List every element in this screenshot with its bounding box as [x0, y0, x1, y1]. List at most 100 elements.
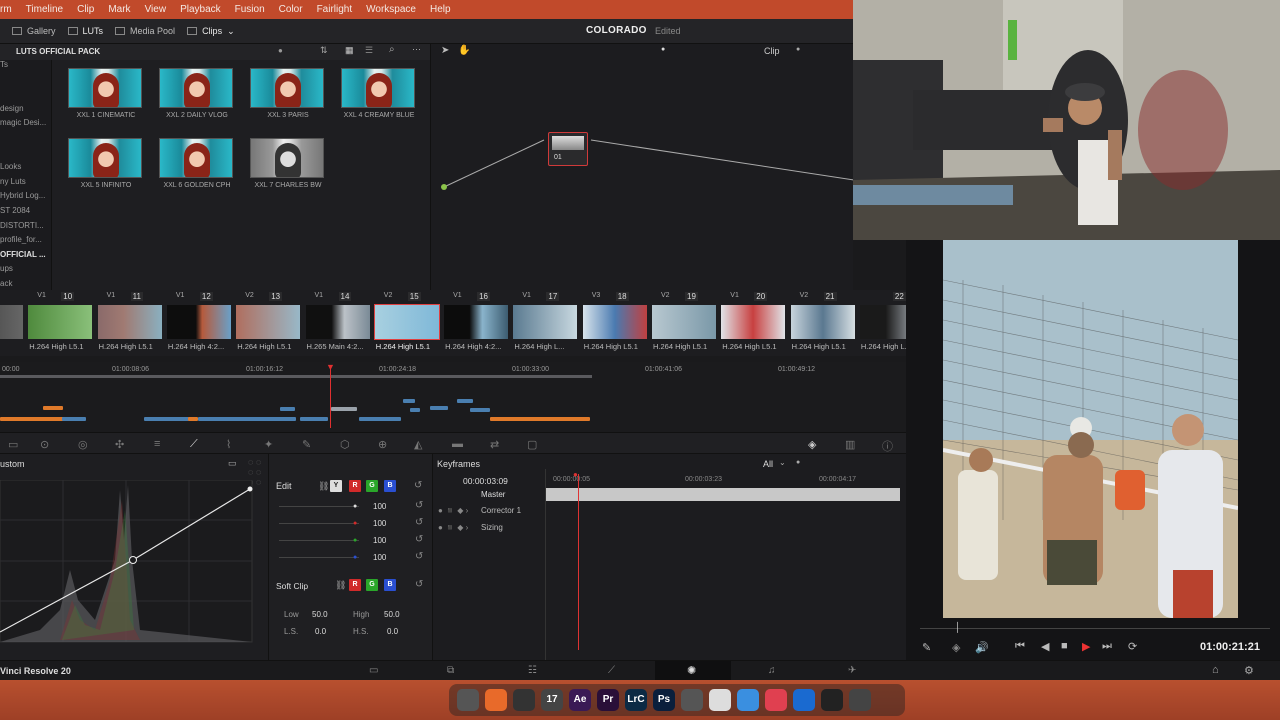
lut-folder-item[interactable]: Hybrid Log... — [0, 191, 51, 206]
scrubber-handle[interactable]: │ — [955, 622, 961, 632]
menu-item-mark[interactable]: Mark — [108, 4, 130, 15]
menu-item-workspace[interactable]: Workspace — [366, 4, 416, 15]
menu-item-playback[interactable]: Playback — [180, 4, 221, 15]
softclip-g-button[interactable]: G — [366, 579, 378, 591]
lut-folder-item[interactable]: Ts — [0, 60, 51, 75]
luts-button[interactable]: LUTs — [67, 26, 103, 36]
timeline-clip[interactable]: V1 20 H.264 High L5.1 — [720, 290, 789, 356]
track-clip-bar[interactable] — [188, 417, 198, 421]
lut-folder-item[interactable]: Looks — [0, 162, 51, 177]
fusion-page-icon[interactable]: ⟋ — [608, 665, 615, 676]
lut-folder-item[interactable]: DISTORTI... — [0, 221, 51, 236]
lut-thumbnail[interactable]: XXL 7 CHARLES BW — [250, 138, 326, 189]
keyframe-playhead[interactable] — [578, 474, 579, 650]
lightroom-dock-icon[interactable]: LrC — [625, 689, 647, 711]
info-icon[interactable]: ⓘ — [882, 438, 893, 454]
slider-track[interactable] — [279, 540, 359, 541]
fairlight-page-icon[interactable]: ♫ — [768, 665, 776, 676]
loop-icon[interactable]: ⟳ — [1128, 640, 1137, 653]
keyframe-filter-select[interactable]: All — [763, 459, 773, 469]
skip-forward-icon[interactable]: ⏭ — [1102, 640, 1112, 653]
more-icon[interactable]: ⋯ — [412, 44, 421, 55]
track-clip-bar[interactable] — [470, 408, 490, 412]
media-pool-button[interactable]: Media Pool — [115, 26, 175, 36]
mini-timeline[interactable]: 00:00 01:00:08:06 01:00:16:12 01:00:24:18 01… — [0, 362, 906, 432]
timeline-playhead-handle[interactable]: ▼ — [326, 362, 335, 372]
notes-dock-icon[interactable] — [513, 689, 535, 711]
options-dot-icon[interactable]: ● — [278, 46, 283, 55]
after-effects-dock-icon[interactable]: Ae — [569, 689, 591, 711]
y-intensity-value[interactable]: 100 — [373, 502, 386, 511]
home-icon[interactable]: ⌂ — [1212, 664, 1219, 676]
reset-icon[interactable]: ↺ — [415, 579, 423, 590]
lut-folder-item-selected[interactable]: OFFICIAL ... — [0, 250, 51, 265]
lut-folder-item[interactable]: ST 2084 — [0, 206, 51, 221]
reset-icon[interactable]: ↺ — [415, 500, 423, 511]
lut-folder-item[interactable] — [0, 89, 51, 104]
track-clip-bar[interactable] — [266, 417, 296, 421]
b-intensity-value[interactable]: 100 — [373, 553, 386, 562]
scopes-icon[interactable]: ▥ — [845, 438, 855, 451]
grid-view-icon[interactable]: ▦ — [345, 45, 354, 56]
timeline-clip[interactable]: V1 14 H.265 Main 4:2... — [305, 290, 374, 356]
options-dot-icon[interactable]: ● — [796, 459, 800, 466]
timeline-playhead[interactable] — [330, 368, 331, 428]
link-icon[interactable]: ⛓ — [318, 481, 329, 492]
media-page-icon[interactable]: ▭ — [369, 665, 378, 676]
timeline-clip[interactable]: V1 11 H.264 High L5.1 — [97, 290, 166, 356]
lut-thumbnail[interactable]: XXL 2 DAILY VLOG — [159, 68, 235, 119]
calendar-dock-icon[interactable]: 17 — [541, 689, 563, 711]
color-warper-icon[interactable]: ⌇ — [226, 438, 231, 451]
photoshop-dock-icon[interactable]: Ps — [653, 689, 675, 711]
timeline-clip[interactable]: V3 18 H.264 High L5.1 — [582, 290, 651, 356]
reset-icon[interactable]: ↺ — [415, 517, 423, 528]
timeline-clip[interactable]: V2 19 H.264 High L5.1 — [651, 290, 720, 356]
channel-b-button[interactable]: B — [384, 480, 396, 492]
reset-icon[interactable]: ↺ — [414, 480, 422, 491]
track-controls-icon[interactable]: ● ◾ ◆ › — [438, 523, 468, 532]
lut-folder-item[interactable] — [0, 133, 51, 148]
channel-g-button[interactable]: G — [366, 480, 378, 492]
menu-item-view[interactable]: View — [145, 4, 167, 15]
node-01[interactable]: 01 — [548, 132, 588, 166]
keyframe-playhead-handle[interactable]: ● — [573, 470, 578, 479]
reset-icon[interactable]: ↺ — [415, 551, 423, 562]
slider-track[interactable] — [279, 523, 359, 524]
trash-dock-icon[interactable] — [849, 689, 871, 711]
track-clip-bar[interactable] — [62, 417, 86, 421]
resolve-dock-icon[interactable] — [681, 689, 703, 711]
track-clip-bar[interactable] — [410, 408, 420, 412]
menu-item-color[interactable]: Color — [279, 4, 303, 15]
timeline-clip[interactable]: V2 13 H.264 High L5.1 — [235, 290, 304, 356]
keyframes-icon[interactable]: ◈ — [808, 438, 816, 451]
track-clip-bar[interactable] — [430, 406, 448, 410]
slider-handle-b[interactable]: ● — [353, 554, 357, 561]
list-view-icon[interactable]: ☰ — [365, 45, 373, 56]
window-icon[interactable]: ⬡ — [340, 438, 350, 451]
premiere-dock-icon[interactable]: Pr — [597, 689, 619, 711]
slider-handle-y[interactable]: ● — [353, 503, 357, 510]
lut-folder-item[interactable]: ny Luts — [0, 177, 51, 192]
ls-value[interactable]: 0.0 — [315, 627, 326, 636]
curves-icon[interactable]: ⟋ — [190, 438, 198, 451]
color-match-icon[interactable]: ⊙ — [40, 438, 49, 451]
menu-item-timeline[interactable]: Timeline — [26, 4, 63, 15]
skip-back-icon[interactable]: ⏮ — [1015, 640, 1025, 653]
reset-icon[interactable]: ↺ — [415, 534, 423, 545]
hdr-icon[interactable]: ✣ — [115, 438, 124, 451]
high-value[interactable]: 50.0 — [384, 610, 400, 619]
channel-y-button[interactable]: Y — [330, 480, 342, 492]
curve-options-icon[interactable]: ▭ — [228, 458, 237, 469]
channel-r-button[interactable]: R — [349, 480, 361, 492]
stop-icon[interactable]: ■ — [1061, 640, 1068, 652]
color-page-icon[interactable]: ✺ — [687, 664, 696, 677]
track-clip-bar[interactable] — [300, 417, 328, 421]
curve-graph[interactable] — [0, 480, 256, 646]
softclip-b-button[interactable]: B — [384, 579, 396, 591]
search-icon[interactable]: ⌕ — [389, 44, 395, 55]
qualifier-icon[interactable]: ✦ — [264, 438, 273, 451]
lut-folder-item[interactable]: ups — [0, 264, 51, 279]
slider-track[interactable] — [279, 557, 359, 558]
timeline-clip[interactable]: V2 15 H.264 High L5.1 — [373, 290, 443, 356]
scrubber-track[interactable] — [920, 628, 1270, 629]
